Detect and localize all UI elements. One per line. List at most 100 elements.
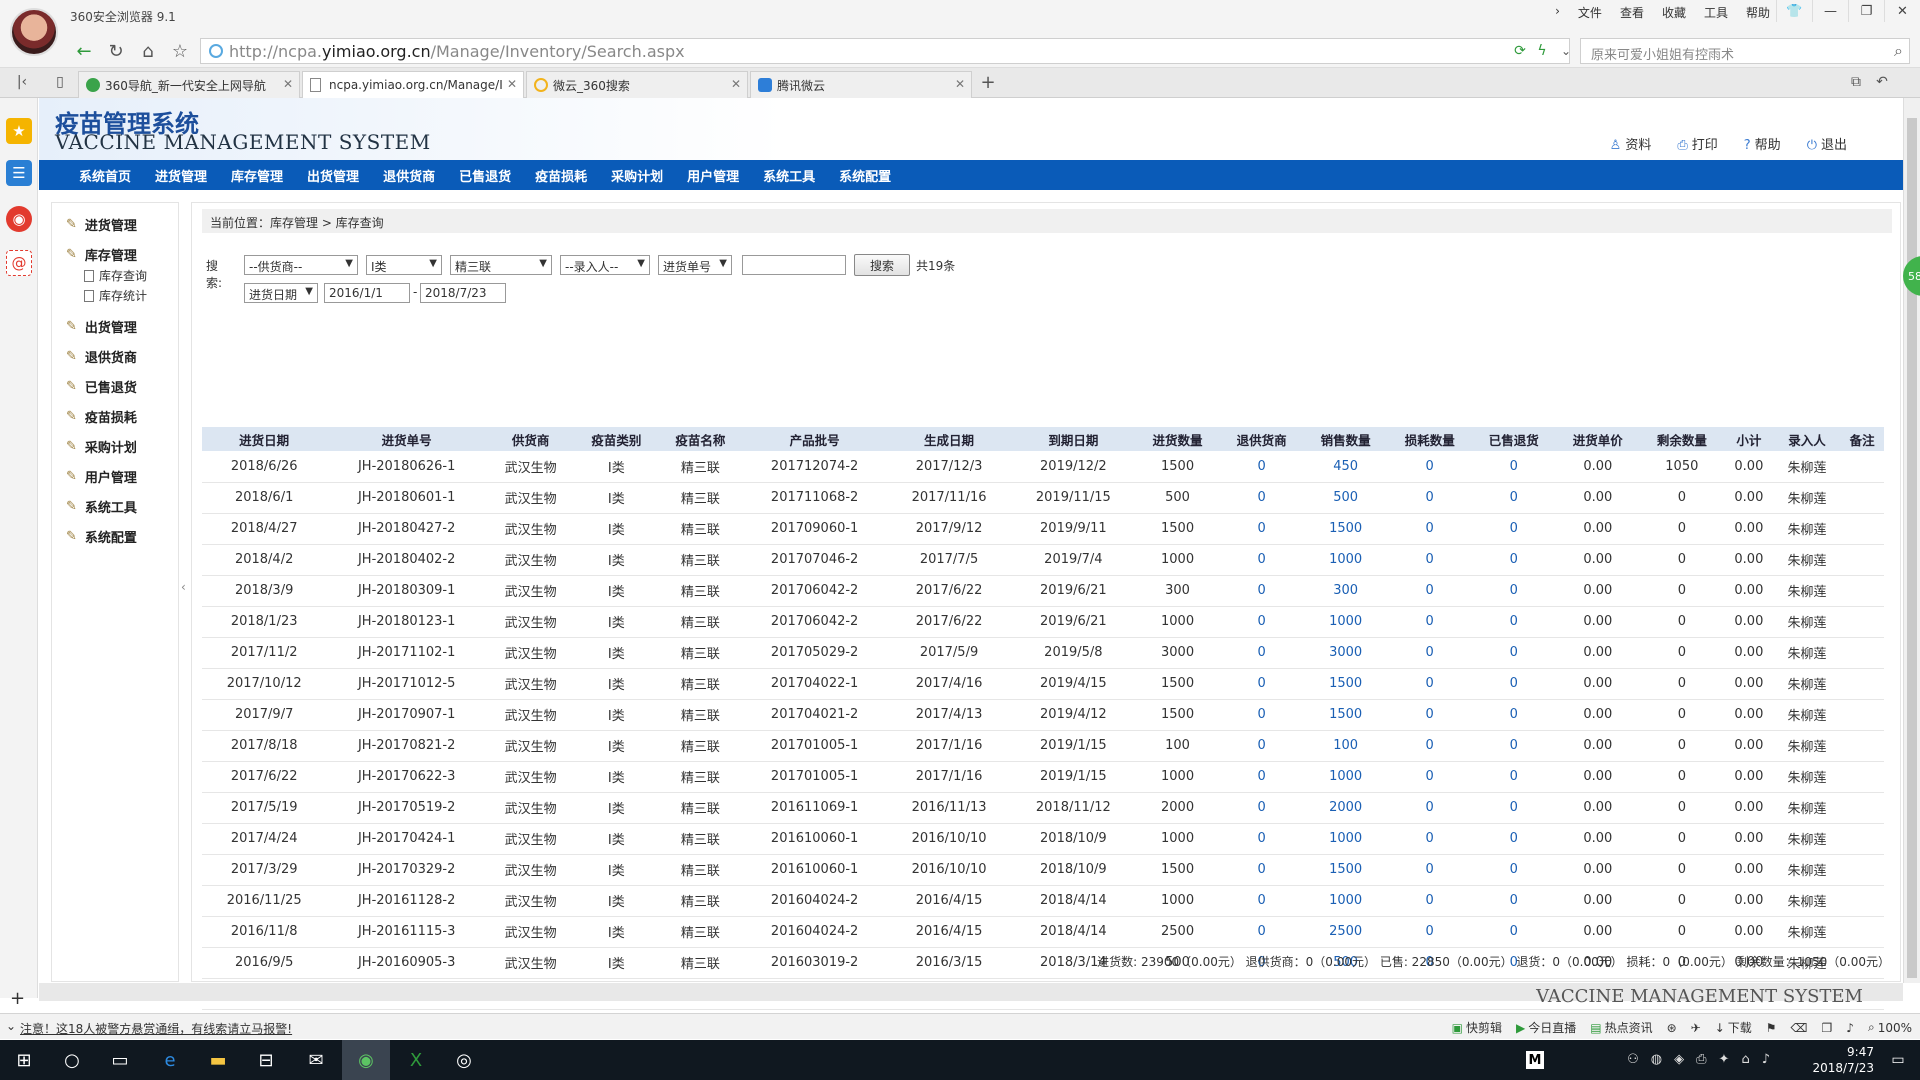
nav-config[interactable]: 系统配置: [839, 166, 891, 185]
table-cell-link[interactable]: 0: [1219, 575, 1304, 607]
table-cell-link[interactable]: 0: [1387, 575, 1472, 607]
new-tab-icon[interactable]: +: [976, 70, 1000, 94]
news-ticker-link[interactable]: 注意！这18人被警方悬赏通缉，有线索请立马报警!: [20, 1020, 292, 1037]
table-cell-link[interactable]: 0: [1471, 792, 1556, 824]
pin-icon[interactable]: ✈: [1691, 1019, 1701, 1036]
back-icon[interactable]: ←: [72, 39, 96, 63]
tray-360-icon[interactable]: ◍: [1651, 1052, 1662, 1067]
speed-mode-icon[interactable]: ϟ: [1530, 39, 1554, 63]
cleanup-icon[interactable]: ⌫: [1791, 1019, 1808, 1036]
table-cell-link[interactable]: 0: [1471, 482, 1556, 514]
tab-360-navigation[interactable]: 360导航_新一代安全上网导航 ✕: [78, 71, 300, 98]
table-cell-link[interactable]: 0: [1471, 730, 1556, 762]
table-cell-link[interactable]: 1000: [1303, 544, 1388, 576]
site-info-icon[interactable]: [209, 44, 223, 58]
table-cell-link[interactable]: 1500: [1303, 513, 1388, 545]
sidebar-item-users[interactable]: ✎ 用户管理: [66, 467, 137, 486]
tab-close-icon[interactable]: ✕: [507, 77, 517, 91]
sidebar-item-purchase[interactable]: ✎ 进货管理: [66, 215, 137, 234]
table-cell-link[interactable]: 0: [1471, 513, 1556, 545]
volume-icon[interactable]: ♪: [1846, 1019, 1854, 1036]
sidebar-item-tools[interactable]: ✎ 系统工具: [66, 497, 137, 516]
live-button[interactable]: ▶ 今日直播: [1516, 1019, 1576, 1036]
table-cell-link[interactable]: 0: [1471, 451, 1556, 483]
zoom-control[interactable]: ⌕ 100%: [1868, 1019, 1912, 1036]
menu-arrow-icon[interactable]: ›: [1555, 4, 1560, 21]
table-cell-link[interactable]: 0: [1387, 916, 1472, 948]
table-cell-link[interactable]: 0: [1387, 637, 1472, 669]
task-view-icon[interactable]: ▭: [108, 1048, 132, 1072]
table-cell-link[interactable]: 0: [1219, 885, 1304, 917]
table-cell-link[interactable]: 0: [1387, 823, 1472, 855]
skin-icon[interactable]: 👕: [1776, 0, 1812, 22]
quick-clip-button[interactable]: ▣ 快剪辑: [1452, 1019, 1502, 1036]
sidebar-item-procurement[interactable]: ✎ 采购计划: [66, 437, 137, 456]
tray-network-icon[interactable]: ⌂: [1741, 1052, 1749, 1067]
tab-close-icon[interactable]: ✕: [955, 77, 965, 91]
tab-close-icon[interactable]: ✕: [731, 77, 741, 91]
print-link[interactable]: ⎙ 打印: [1677, 134, 1717, 153]
table-cell-link[interactable]: 0: [1471, 823, 1556, 855]
table-cell-link[interactable]: 2500: [1303, 916, 1388, 948]
table-cell-link[interactable]: 0: [1219, 699, 1304, 731]
table-cell-link[interactable]: 0: [1471, 575, 1556, 607]
table-cell-link[interactable]: 1000: [1303, 606, 1388, 638]
close-icon[interactable]: ✕: [1884, 0, 1920, 22]
table-cell-link[interactable]: 0: [1387, 513, 1472, 545]
table-cell-link[interactable]: 0: [1219, 637, 1304, 669]
table-cell-link[interactable]: 100: [1303, 730, 1388, 762]
maximize-icon[interactable]: ❐: [1848, 0, 1884, 22]
menu-tools[interactable]: 工具: [1704, 4, 1728, 21]
table-cell-link[interactable]: 0: [1219, 823, 1304, 855]
table-cell-link[interactable]: 0: [1471, 637, 1556, 669]
table-cell-link[interactable]: 0: [1471, 916, 1556, 948]
collapse-sidebar-icon[interactable]: ‹: [181, 580, 186, 594]
sidebar-item-config[interactable]: ✎ 系统配置: [66, 527, 137, 546]
table-cell-link[interactable]: 0: [1219, 544, 1304, 576]
mail-icon[interactable]: ✉: [304, 1048, 328, 1072]
table-cell-link[interactable]: 0: [1219, 730, 1304, 762]
app-circle-icon[interactable]: ◎: [452, 1048, 476, 1072]
table-cell-link[interactable]: 450: [1303, 451, 1388, 483]
table-cell-link[interactable]: 0: [1387, 792, 1472, 824]
tray-printer-icon[interactable]: ⎙: [1696, 1052, 1706, 1067]
help-link[interactable]: ? 帮助: [1744, 134, 1781, 153]
table-cell-link[interactable]: 0: [1387, 544, 1472, 576]
table-cell-link[interactable]: 1000: [1303, 761, 1388, 793]
menu-help[interactable]: 帮助: [1746, 4, 1770, 21]
tray-app-icon[interactable]: ✦: [1719, 1052, 1730, 1067]
table-cell-link[interactable]: 3000: [1303, 637, 1388, 669]
scroll-thumb[interactable]: [1907, 118, 1917, 978]
nav-users[interactable]: 用户管理: [687, 166, 739, 185]
sidebar-item-sold-return[interactable]: ✎ 已售退货: [66, 377, 137, 396]
tray-shield-icon[interactable]: ◈: [1674, 1052, 1684, 1067]
nav-purchase[interactable]: 进货管理: [155, 166, 207, 185]
undo-close-icon[interactable]: ↶: [1870, 70, 1894, 94]
table-cell-link[interactable]: 0: [1219, 606, 1304, 638]
search-field-select[interactable]: 进货单号 ▼: [658, 255, 732, 275]
favorite-star-icon[interactable]: ☆: [168, 39, 192, 63]
tab-ncpa-inventory[interactable]: ncpa.yimiao.org.cn/Manage/I ✕: [302, 71, 524, 98]
nav-home[interactable]: 系统首页: [79, 166, 131, 185]
store-icon[interactable]: ⊟: [254, 1048, 278, 1072]
search-icon[interactable]: ⌕: [1894, 41, 1903, 61]
table-cell-link[interactable]: 0: [1219, 854, 1304, 886]
tab-list-icon[interactable]: ⧉: [1844, 70, 1868, 94]
table-cell-link[interactable]: 0: [1219, 792, 1304, 824]
cortana-icon[interactable]: ○: [60, 1048, 84, 1072]
refresh-icon[interactable]: ↻: [104, 39, 128, 63]
search-button[interactable]: 搜索: [854, 254, 910, 276]
minimize-icon[interactable]: —: [1812, 0, 1848, 22]
menu-view[interactable]: 查看: [1620, 4, 1644, 21]
table-cell-link[interactable]: 0: [1219, 761, 1304, 793]
sidebar-subitem-inventory-query[interactable]: 库存查询: [84, 267, 147, 284]
table-cell-link[interactable]: 0: [1387, 730, 1472, 762]
tray-volume-icon[interactable]: ♪: [1762, 1052, 1770, 1067]
taskbar-clock[interactable]: 9:47 2018/7/23: [1812, 1044, 1874, 1076]
url-input[interactable]: http://ncpa. yimiao.org.cn/Manage/Invento…: [200, 38, 1570, 64]
table-cell-link[interactable]: 1000: [1303, 823, 1388, 855]
table-cell-link[interactable]: 0: [1387, 451, 1472, 483]
excel-icon[interactable]: X: [404, 1048, 428, 1072]
360-browser-icon[interactable]: ◉: [354, 1048, 378, 1072]
table-cell-link[interactable]: 0: [1219, 513, 1304, 545]
